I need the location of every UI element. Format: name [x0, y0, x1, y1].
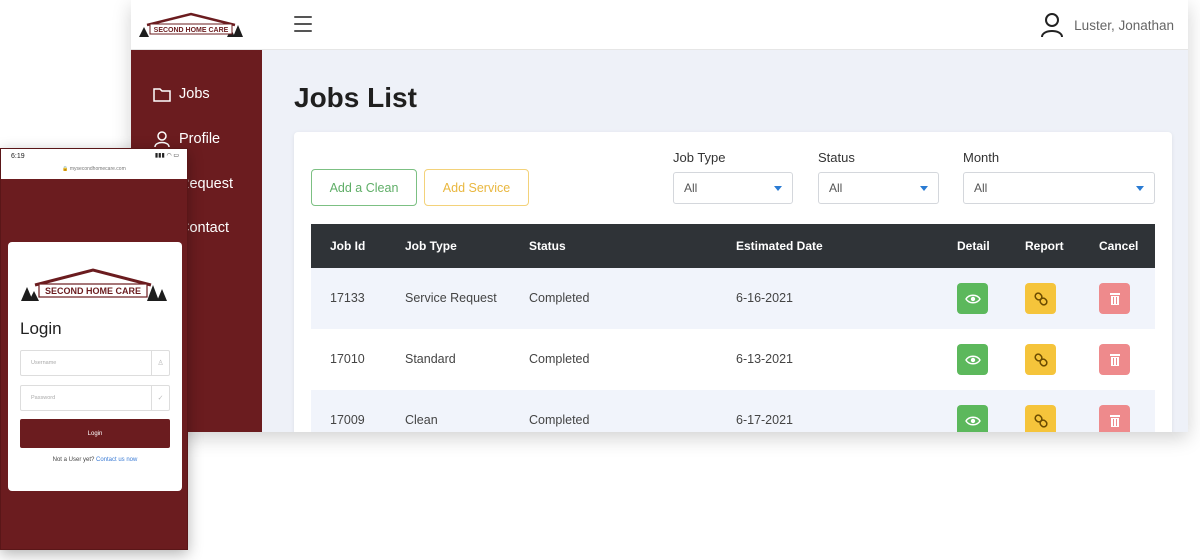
main-content: Jobs List Add a Clean Add Service Job Ty…: [262, 50, 1188, 432]
user-name: Luster, Jonathan: [1074, 17, 1174, 33]
column-header-status: Status: [529, 239, 566, 253]
status-cell: Completed: [529, 291, 590, 305]
sidebar-item-label: Jobs: [179, 86, 210, 102]
user-menu[interactable]: Luster, Jonathan: [1040, 12, 1174, 38]
date-cell: 6-13-2021: [736, 352, 793, 366]
sidebar-item-label: Profile: [179, 131, 221, 147]
status-cell: Completed: [529, 352, 590, 366]
svg-text:SECOND HOME CARE: SECOND HOME CARE: [154, 27, 229, 34]
job-id-cell: 17010: [330, 352, 365, 366]
brand-logo[interactable]: SECOND HOME CARE: [135, 11, 247, 41]
add-service-button[interactable]: Add Service: [424, 169, 529, 206]
login-title: Login: [20, 319, 62, 338]
trash-icon: [1109, 414, 1120, 427]
cancel-button[interactable]: [1099, 405, 1130, 432]
desktop-window: SECOND HOME CARE Luster, Jonathan Jobs P…: [131, 0, 1188, 432]
cancel-button[interactable]: [1099, 283, 1130, 314]
job-type-cell: Service Request: [405, 291, 497, 305]
job-type-cell: Standard: [405, 352, 456, 366]
logo-graphic: SECOND HOME CARE: [139, 12, 243, 37]
column-header-job-id: Job Id: [330, 239, 366, 253]
password-placeholder: Password: [31, 395, 56, 401]
status-label: Status: [818, 150, 855, 165]
password-field[interactable]: Password ✓: [20, 385, 170, 411]
trash-icon: [1109, 353, 1120, 366]
report-button[interactable]: [1025, 405, 1056, 432]
status-cell: Completed: [529, 413, 590, 427]
phone-url-bar[interactable]: 🔒 mysecondhomecare.com: [1, 166, 187, 172]
top-bar: SECOND HOME CARE Luster, Jonathan: [131, 0, 1188, 50]
phone-time: 6:19: [11, 153, 25, 160]
report-button[interactable]: [1025, 283, 1056, 314]
column-header-detail: Detail: [957, 239, 990, 253]
column-header-cancel: Cancel: [1099, 239, 1139, 253]
contact-us-link[interactable]: Contact us now: [96, 457, 137, 463]
sidebar-item-jobs[interactable]: Jobs: [153, 86, 210, 102]
jobs-table: Job Id Job Type Status Estimated Date De…: [311, 224, 1155, 432]
column-header-job-type: Job Type: [405, 239, 457, 253]
phone-status-bar: 6:19 ▮▮▮ ◠ ▭ 🔒 mysecondhomecare.com: [1, 149, 187, 179]
column-header-report: Report: [1025, 239, 1064, 253]
add-clean-button[interactable]: Add a Clean: [311, 169, 417, 206]
hamburger-menu-icon[interactable]: [294, 16, 312, 32]
phone-url: mysecondhomecare.com: [69, 166, 126, 172]
table-row: 17133 Service Request Completed 6-16-202…: [311, 268, 1155, 329]
user-icon: [1041, 13, 1064, 38]
job-id-cell: 17133: [330, 291, 365, 305]
job-type-label: Job Type: [673, 150, 726, 165]
report-button[interactable]: [1025, 344, 1056, 375]
cancel-button[interactable]: [1099, 344, 1130, 375]
login-card: SECOND HOME CARE Login Username ♙ Passwo…: [8, 242, 182, 491]
trash-icon: [1109, 292, 1120, 305]
job-type-select[interactable]: All: [673, 172, 793, 204]
sidebar-item-profile[interactable]: Profile: [153, 130, 220, 148]
detail-button[interactable]: [957, 344, 988, 375]
page-title: Jobs List: [294, 82, 417, 113]
eye-icon: [964, 355, 981, 364]
month-select[interactable]: All: [963, 172, 1155, 204]
link-icon: [1033, 352, 1048, 367]
signal-battery-icon: ▮▮▮ ◠ ▭: [154, 153, 179, 159]
username-placeholder: Username: [31, 360, 57, 366]
user-icon: ♙: [151, 351, 169, 375]
table-row: 17009 Clean Completed 6-17-2021: [311, 390, 1155, 432]
table-header: Job Id Job Type Status Estimated Date De…: [311, 224, 1155, 268]
date-cell: 6-17-2021: [736, 413, 793, 427]
chevron-down-icon: [1136, 186, 1144, 191]
username-field[interactable]: Username ♙: [20, 350, 170, 376]
login-button[interactable]: Login: [20, 419, 170, 448]
link-icon: [1033, 413, 1048, 428]
signup-text: Not a User yet?: [52, 457, 95, 463]
brand-logo: SECOND HOME CARE: [19, 267, 167, 305]
table-row: 17010 Standard Completed 6-13-2021: [311, 329, 1155, 390]
lock-icon: 🔒: [62, 166, 69, 172]
eye-icon: [964, 294, 981, 303]
eye-icon: [964, 416, 981, 425]
date-cell: 6-16-2021: [736, 291, 793, 305]
detail-button[interactable]: [957, 405, 988, 432]
key-icon: ✓: [151, 386, 169, 410]
chevron-down-icon: [774, 186, 782, 191]
logo-graphic: SECOND HOME CARE: [21, 268, 167, 301]
job-type-cell: Clean: [405, 413, 438, 427]
folder-icon: [153, 88, 171, 102]
job-type-value: All: [684, 181, 698, 195]
svg-text:SECOND HOME CARE: SECOND HOME CARE: [45, 286, 141, 296]
detail-button[interactable]: [957, 283, 988, 314]
chevron-down-icon: [920, 186, 928, 191]
status-select[interactable]: All: [818, 172, 939, 204]
link-icon: [1033, 291, 1048, 306]
status-value: All: [829, 181, 843, 195]
month-value: All: [974, 181, 988, 195]
signup-prompt: Not a User yet? Contact us now: [8, 457, 182, 463]
month-label: Month: [963, 150, 1000, 165]
column-header-estimated-date: Estimated Date: [736, 239, 823, 253]
job-id-cell: 17009: [330, 413, 365, 427]
user-icon: [154, 131, 170, 148]
mobile-phone-frame: 6:19 ▮▮▮ ◠ ▭ 🔒 mysecondhomecare.com SECO…: [0, 148, 188, 550]
jobs-card: Add a Clean Add Service Job Type All Sta…: [294, 132, 1172, 432]
